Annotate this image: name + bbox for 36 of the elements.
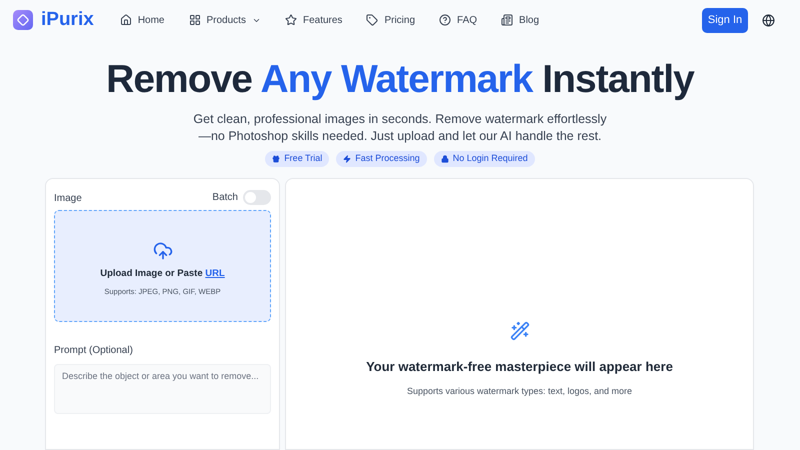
batch-label: Batch: [212, 191, 238, 205]
nav-link[interactable]: Home: [120, 12, 164, 28]
nav-link[interactable]: Products: [188, 12, 261, 28]
upload-text: Upload Image or Paste URL: [100, 267, 225, 282]
url-link[interactable]: URL: [205, 268, 225, 280]
brand-name[interactable]: iPurix: [41, 6, 94, 34]
hero-subtitle: Get clean, professional images in seconds. Remove watermark effortlessly: [193, 111, 607, 128]
logo-icon: [13, 10, 33, 30]
lock-icon: [440, 155, 449, 163]
newspaper-icon: [501, 14, 514, 26]
feature-badge: Fast Processing: [336, 151, 427, 167]
star-icon: [284, 14, 297, 26]
magic-wand-icon: [510, 321, 530, 341]
image-label: Image: [54, 192, 82, 206]
hero-subtitle: —no Photoshop skills needed. Just upload and let our AI handle the rest.: [198, 128, 602, 145]
grid-icon: [188, 14, 200, 26]
nav-link[interactable]: FAQ: [439, 12, 478, 28]
help-icon: [439, 14, 452, 26]
prompt-field[interactable]: Describe the object or area you want to remove...: [54, 364, 271, 414]
hero-title: Remove Any Watermark Instantly: [105, 60, 696, 99]
batch-toggle[interactable]: [243, 190, 271, 205]
home-icon: [120, 14, 132, 26]
prompt-label: Prompt (Optional): [54, 344, 134, 358]
nav-link[interactable]: Pricing: [366, 12, 416, 28]
result-subtitle: Supports various watermark types: text, logos, and more: [406, 384, 632, 398]
sign-in-button[interactable]: Sign In: [702, 8, 748, 32]
feature-badge: No Login Required: [434, 151, 535, 167]
cloud-upload-icon: [152, 241, 172, 262]
nav-link[interactable]: Blog: [501, 12, 540, 28]
gift-icon: [272, 155, 280, 163]
feature-badge: Free Trial: [265, 151, 330, 167]
tag-icon: [366, 14, 378, 26]
lightning-icon: [343, 155, 352, 163]
nav-link[interactable]: Features: [284, 12, 342, 28]
language-icon[interactable]: [762, 14, 775, 26]
result-title: Your watermark-free masterpiece will appear here: [366, 358, 673, 376]
